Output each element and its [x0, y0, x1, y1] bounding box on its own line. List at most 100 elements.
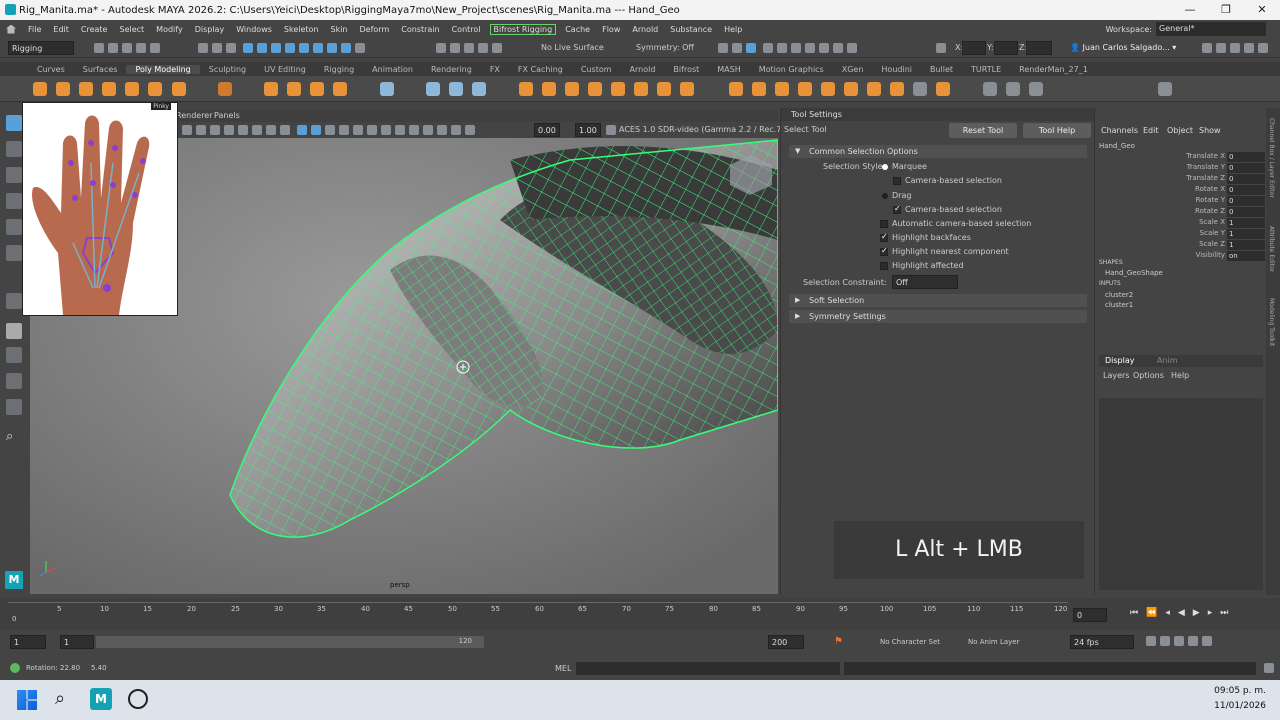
shelf-tab-sculpting[interactable]: Sculpting	[200, 65, 255, 74]
play-forward-icon[interactable]: ▶	[1193, 608, 1208, 618]
mask-surfaces-icon[interactable]	[284, 43, 295, 53]
shelf-tab-renderman[interactable]: RenderMan_27_1	[1010, 65, 1097, 74]
menu-substance[interactable]: Substance	[664, 25, 718, 34]
snap-view-plane-icon[interactable]	[478, 43, 488, 53]
combine-icon[interactable]	[519, 82, 533, 96]
smooth-mesh-icon[interactable]	[611, 82, 625, 96]
menu-set-dropdown[interactable]: Rigging	[8, 41, 74, 55]
image-plane-icon[interactable]	[224, 125, 234, 135]
character-set-dropdown[interactable]: No Character Set	[880, 638, 940, 646]
transform-mode-icon[interactable]	[936, 43, 946, 53]
current-frame-field[interactable]: 0	[1073, 608, 1107, 622]
mask-deformers-icon[interactable]	[298, 43, 309, 53]
camera-attributes-icon[interactable]	[196, 125, 206, 135]
select-by-hierarchy-icon[interactable]	[198, 43, 208, 53]
poly-type-icon[interactable]	[310, 82, 324, 96]
camera-based-drag-checkbox[interactable]	[893, 204, 901, 214]
render-frame-icon[interactable]	[762, 43, 773, 53]
value-scale-z[interactable]: 1	[1227, 240, 1265, 250]
obs-taskbar-icon[interactable]	[128, 689, 148, 709]
mask-curves-icon[interactable]	[270, 43, 281, 53]
modeling-toolkit-tab[interactable]: Modeling Toolkit	[1268, 298, 1275, 346]
shelf-tab-fx[interactable]: FX	[481, 65, 509, 74]
highlight-nearest-checkbox[interactable]	[880, 246, 888, 256]
layer-list[interactable]	[1099, 398, 1263, 590]
cached-playback-icon[interactable]	[1160, 636, 1170, 646]
target-weld-icon[interactable]	[1006, 82, 1020, 96]
go-to-end-icon[interactable]: ⏭	[1220, 608, 1236, 618]
gamma-field[interactable]: 1.00	[575, 123, 601, 137]
layers-menu[interactable]: Layers	[1103, 371, 1129, 380]
bridge-icon[interactable]	[752, 82, 766, 96]
menu-file[interactable]: File	[22, 25, 47, 34]
value-rotate-z[interactable]: 0	[1227, 207, 1265, 217]
mask-joints-icon[interactable]	[256, 43, 267, 53]
range-bar[interactable]: 120	[96, 636, 484, 648]
shelf-tab-turtle[interactable]: TURTLE	[962, 65, 1010, 74]
attribute-editor-tab[interactable]: Attribute Editor	[1268, 226, 1275, 272]
boolean-icon[interactable]	[565, 82, 579, 96]
symmetry-dropdown[interactable]: Symmetry: Off	[636, 43, 694, 52]
input-node[interactable]: cluster2	[1105, 291, 1133, 299]
menu-windows[interactable]: Windows	[230, 25, 278, 34]
shelf-settings-icon[interactable]	[1158, 82, 1172, 96]
select-by-component-icon[interactable]	[226, 43, 236, 53]
color-space-dropdown[interactable]: ACES 1.0 SDR-video (Gamma 2.2 / Rec.709)	[619, 125, 795, 134]
highlight-backfaces-checkbox[interactable]	[880, 232, 888, 242]
live-surface-label[interactable]: No Live Surface	[541, 43, 604, 52]
auto-key-icon[interactable]: ⚑	[834, 636, 843, 647]
shelf-tab-rendering[interactable]: Rendering	[422, 65, 481, 74]
menu-flow[interactable]: Flow	[596, 25, 626, 34]
x-field[interactable]	[962, 41, 986, 55]
bevel-icon[interactable]	[775, 82, 789, 96]
time-slider[interactable]: 5 10 15 20 25 30 35 40 45 50 55 60 65 70…	[0, 598, 1280, 630]
poly-count-icon[interactable]	[426, 82, 440, 96]
shelf-tab-arnold[interactable]: Arnold	[621, 65, 665, 74]
crease-icon[interactable]	[913, 82, 927, 96]
value-translate-x[interactable]: 0	[1227, 152, 1265, 162]
command-input[interactable]	[576, 662, 840, 675]
remesh-icon[interactable]	[657, 82, 671, 96]
poly-cube-icon[interactable]	[56, 82, 70, 96]
channels-menu[interactable]: Channels	[1101, 126, 1138, 135]
maya-taskbar-icon[interactable]: M	[90, 688, 112, 710]
xray-joints-icon[interactable]	[450, 125, 461, 135]
wedge-icon[interactable]	[890, 82, 904, 96]
default-material-icon[interactable]	[324, 125, 335, 135]
super-shape-icon[interactable]	[264, 82, 278, 96]
poly-cylinder-icon[interactable]	[79, 82, 93, 96]
shape-node[interactable]: Hand_GeoShape	[1105, 269, 1163, 277]
common-selection-section[interactable]: ▼ Common Selection Options	[789, 145, 1087, 158]
motion-blur-icon[interactable]	[394, 125, 405, 135]
outliner-layout-icon[interactable]	[6, 399, 22, 415]
exposure-icon[interactable]	[464, 125, 475, 135]
play-backward-icon[interactable]: ◀	[1178, 608, 1193, 618]
poly-sphere-icon[interactable]	[33, 82, 47, 96]
append-polygon-icon[interactable]	[821, 82, 835, 96]
script-editor-icon[interactable]	[1264, 663, 1274, 673]
select-camera-icon[interactable]	[182, 125, 192, 135]
minimize-button[interactable]: —	[1172, 0, 1208, 20]
drag-radio[interactable]	[882, 193, 888, 199]
multi-cut-icon[interactable]	[983, 82, 997, 96]
menu-deform[interactable]: Deform	[354, 25, 396, 34]
search-icon[interactable]: ⌕	[6, 429, 13, 444]
retopologize-icon[interactable]	[680, 82, 694, 96]
marquee-radio[interactable]	[882, 164, 888, 170]
poke-icon[interactable]	[936, 82, 950, 96]
mask-rendering-icon[interactable]	[326, 43, 337, 53]
close-button[interactable]: ✕	[1244, 0, 1280, 20]
lock-selection-icon[interactable]	[354, 43, 365, 53]
loop-icon[interactable]	[1146, 636, 1156, 646]
script-language-button[interactable]: MEL	[555, 664, 571, 673]
paint-select-tool-icon[interactable]	[6, 167, 22, 183]
viewport-menu-renderer[interactable]: Renderer	[176, 111, 213, 120]
tab-anim[interactable]: Anim	[1157, 356, 1178, 365]
shelf-tab-surfaces[interactable]: Surfaces	[74, 65, 127, 74]
render-settings-icon[interactable]	[790, 43, 801, 53]
single-perspective-layout-icon[interactable]	[6, 323, 22, 339]
bookmark-icon[interactable]	[210, 125, 220, 135]
edit-menu[interactable]: Edit	[1143, 126, 1159, 135]
animation-preferences-icon[interactable]	[1202, 636, 1212, 646]
xray-icon[interactable]	[436, 125, 447, 135]
